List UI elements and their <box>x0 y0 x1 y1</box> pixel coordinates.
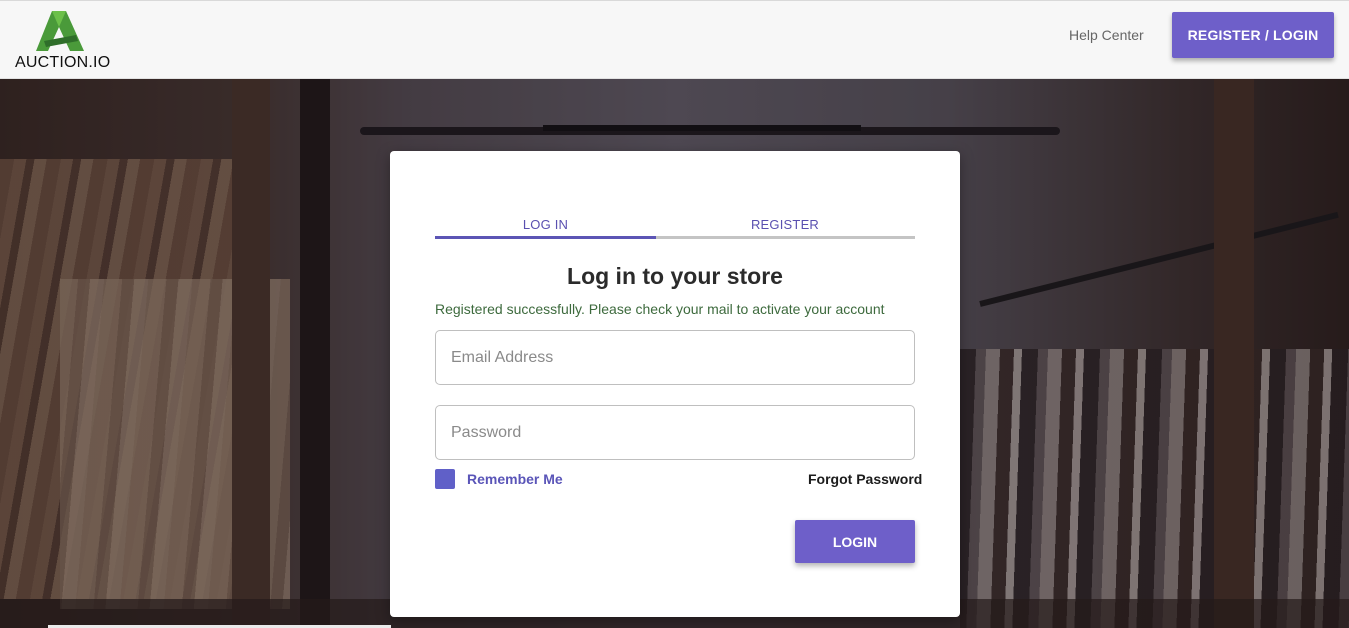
logo-text: AUCTION.IO <box>15 54 111 71</box>
success-message: Registered successfully. Please check yo… <box>435 301 885 317</box>
checkbox-icon[interactable] <box>435 469 455 489</box>
auth-tabs: LOG IN REGISTER <box>435 199 915 239</box>
register-login-button[interactable]: REGISTER / LOGIN <box>1172 12 1334 58</box>
remember-me-label[interactable]: Remember Me <box>467 471 563 487</box>
login-card: LOG IN REGISTER Log in to your store Reg… <box>390 151 960 617</box>
tab-register[interactable]: REGISTER <box>675 199 895 239</box>
tab-log-in[interactable]: LOG IN <box>435 199 656 239</box>
login-button[interactable]: LOGIN <box>795 520 915 563</box>
help-center-link[interactable]: Help Center <box>1069 27 1144 43</box>
active-tab-indicator <box>435 236 656 239</box>
password-field[interactable] <box>435 405 915 460</box>
page-title: Log in to your store <box>567 263 783 289</box>
email-field[interactable] <box>435 330 915 385</box>
top-header: AUCTION.IO Help Center REGISTER / LOGIN <box>0 0 1349 79</box>
forgot-password-link[interactable]: Forgot Password <box>808 471 922 487</box>
auction-logo-icon <box>36 11 84 51</box>
auction-logo[interactable]: AUCTION.IO <box>14 11 114 73</box>
